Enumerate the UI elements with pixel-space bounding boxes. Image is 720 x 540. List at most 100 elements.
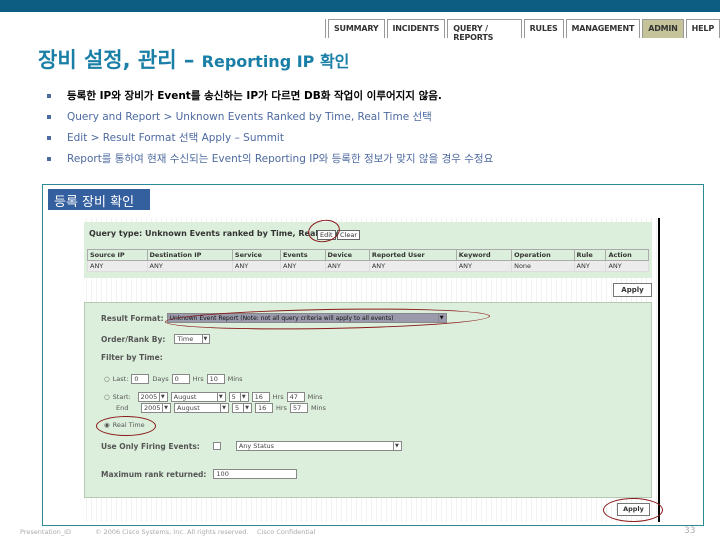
tab-query-reports[interactable]: QUERY / REPORTS xyxy=(447,19,522,42)
bullet-text: Query and Report > Unknown Events Ranked… xyxy=(67,111,432,123)
start-day-select[interactable]: 5 ▼ xyxy=(228,392,249,402)
result-format-label: Result Format: xyxy=(101,313,164,323)
last-row: ○ Last: 0 Days 0 Hrs 10 Mins xyxy=(104,374,243,384)
tab-summary[interactable]: SUMMARY xyxy=(328,19,385,38)
footer-copyright: © 2006 Cisco Systems, Inc. All rights re… xyxy=(95,528,249,536)
column-header: Rule xyxy=(573,249,607,261)
status-select[interactable]: Any Status ▼ xyxy=(235,441,402,451)
tab-management[interactable]: MANAGEMENT xyxy=(565,19,641,38)
bullet-icon xyxy=(47,157,51,161)
hrs-label: Hrs xyxy=(276,404,287,412)
column-header: Service xyxy=(231,249,281,261)
bullet-icon xyxy=(47,115,51,119)
chevron-down-icon: ▼ xyxy=(201,335,208,343)
mins-label: Mins xyxy=(310,404,326,412)
bullet-item: 등록한 IP와 장비가 Event를 송신하는 IP가 다르면 DB화 작업이 … xyxy=(47,88,442,103)
days-input[interactable]: 0 xyxy=(131,374,150,384)
column-header: Events xyxy=(279,249,326,261)
table-cell: ANY xyxy=(279,260,326,272)
column-header: Keyword xyxy=(455,249,513,261)
status-value: Any Status xyxy=(238,442,275,450)
firing-checkbox[interactable] xyxy=(212,442,221,450)
column-header: Source IP xyxy=(87,249,148,261)
tab-help[interactable]: HELP xyxy=(685,19,720,38)
query-type: Query type: Unknown Events ranked by Tim… xyxy=(89,229,343,238)
start-month-select[interactable]: August ▼ xyxy=(170,392,226,402)
footer-confidential: Cisco Confidential xyxy=(257,528,316,536)
table-cell: ANY xyxy=(605,260,649,272)
bullet-item: Edit > Result Format 선택 Apply – Summit xyxy=(47,130,284,145)
title-sub: Reporting IP 확인 xyxy=(201,52,350,71)
month-value: August xyxy=(177,404,200,412)
max-rank-input[interactable]: 100 xyxy=(213,469,298,479)
column-header: Action xyxy=(605,249,649,261)
box-label: 등록 장비 확인 xyxy=(48,189,150,210)
year-value: 2005 xyxy=(144,404,161,412)
tab-rules[interactable]: RULES xyxy=(523,19,564,38)
firing-row: Use Only Firing Events: Any Status ▼ xyxy=(101,441,402,451)
order-row: Order/Rank By: Time ▼ xyxy=(101,334,211,344)
column-header: Destination IP xyxy=(146,249,233,261)
highlight-circle xyxy=(603,498,663,522)
day-value: 5 xyxy=(231,393,236,401)
end-year-select[interactable]: 2005 ▼ xyxy=(141,403,171,413)
hrs-label: Hrs xyxy=(192,375,204,383)
max-rank-row: Maximum rank returned: 100 xyxy=(101,469,298,479)
max-rank-label: Maximum rank returned: xyxy=(101,469,207,479)
last-radio[interactable]: ○ xyxy=(104,375,110,383)
table-cell: ANY xyxy=(146,260,233,272)
end-hrs-input[interactable]: 16 xyxy=(255,403,273,413)
highlight-circle xyxy=(96,416,156,436)
tab-admin[interactable]: ADMIN xyxy=(642,19,684,38)
bullet-text: Edit > Result Format 선택 Apply – Summit xyxy=(67,132,284,144)
bullet-icon xyxy=(47,94,51,98)
hrs-label: Hrs xyxy=(272,393,284,401)
end-row: End 2005 ▼ August ▼ 5 ▼ 16 Hrs 57 Mins xyxy=(112,403,326,413)
table-cell: ANY xyxy=(231,260,281,272)
bullet-item: Report를 통하여 현재 수신되는 Event의 Reporting IP와… xyxy=(47,151,493,166)
top-bar xyxy=(0,0,720,12)
order-select[interactable]: Time ▼ xyxy=(174,334,211,344)
bullet-icon xyxy=(47,136,51,140)
chevron-down-icon: ▼ xyxy=(239,393,246,401)
table-cell: ANY xyxy=(573,260,607,272)
end-day-select[interactable]: 5 ▼ xyxy=(232,403,252,413)
firing-label: Use Only Firing Events: xyxy=(101,441,200,451)
month-value: August xyxy=(173,393,197,401)
order-label: Order/Rank By: xyxy=(101,334,166,344)
bullet-text: 등록한 IP와 장비가 Event를 송신하는 IP가 다르면 DB화 작업이 … xyxy=(67,90,442,102)
divider xyxy=(658,218,660,522)
chevron-down-icon: ▼ xyxy=(243,404,249,412)
mins-label: Mins xyxy=(227,375,243,383)
filter-label: Filter by Time: xyxy=(101,353,163,362)
tab-incidents[interactable]: INCIDENTS xyxy=(386,19,446,38)
bullet-text: Report를 통하여 현재 수신되는 Event의 Reporting IP와… xyxy=(67,153,494,165)
table-cell: None xyxy=(511,260,575,272)
start-hrs-input[interactable]: 16 xyxy=(251,392,270,402)
start-year-select[interactable]: 2005 ▼ xyxy=(137,392,168,402)
page-number: 33 xyxy=(684,526,696,536)
order-value: Time xyxy=(177,335,194,343)
end-month-select[interactable]: August ▼ xyxy=(174,403,229,413)
chevron-down-icon: ▼ xyxy=(220,404,226,412)
end-label: End xyxy=(116,404,129,412)
hrs-input[interactable]: 0 xyxy=(171,374,190,384)
page-title: 장비 설정, 관리 – Reporting IP 확인 xyxy=(38,44,349,74)
start-mins-input[interactable]: 47 xyxy=(286,392,305,402)
table-cell: ANY xyxy=(87,260,148,272)
clear-button[interactable]: Clear xyxy=(337,230,360,240)
chevron-down-icon: ▼ xyxy=(162,404,168,412)
query-title: Query type: Unknown Events ranked by Tim… xyxy=(89,229,343,238)
start-row: ○ Start: 2005 ▼ August ▼ 5 ▼ 16 Hrs 47 Mins xyxy=(104,392,323,402)
apply-button[interactable]: Apply xyxy=(613,283,652,297)
table-cell: ANY xyxy=(324,260,370,272)
footer-id: Presentation_ID xyxy=(20,528,71,536)
days-label: Days xyxy=(152,375,169,383)
query-criteria-table: Source IP Destination IP Service Events Devi… xyxy=(87,249,649,272)
table-cell: ANY xyxy=(455,260,513,272)
end-mins-input[interactable]: 57 xyxy=(289,403,308,413)
mins-input[interactable]: 10 xyxy=(206,374,225,384)
mins-label: Mins xyxy=(307,393,323,401)
start-radio[interactable]: ○ xyxy=(104,393,110,401)
chevron-down-icon: ▼ xyxy=(392,442,399,450)
